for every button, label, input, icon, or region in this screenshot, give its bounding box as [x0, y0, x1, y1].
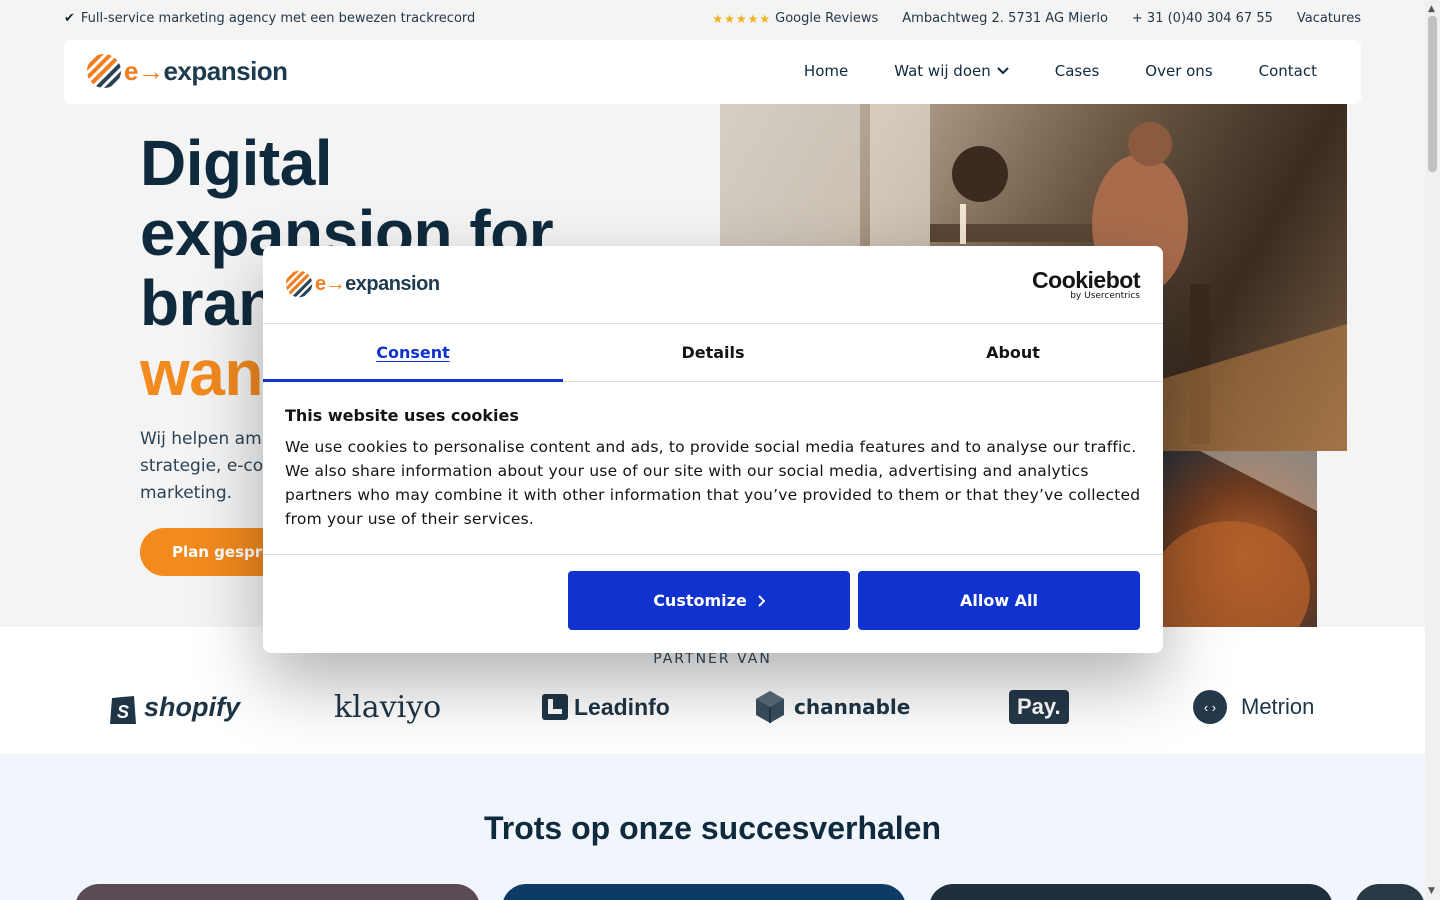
top-info-bar: ✔ Full-service marketing agency met een …: [0, 0, 1425, 40]
logo-mark-icon: [86, 53, 122, 89]
customize-button[interactable]: Customize: [568, 571, 850, 630]
top-links: ★★★★★ Google Reviews Ambachtweg 2. 5731 …: [712, 11, 1361, 26]
dialog-logo-name: expansion: [345, 272, 440, 295]
check-icon: ✔: [64, 11, 75, 26]
klaviyo-logo: klaviyo: [334, 689, 441, 725]
shopify-logo: S shopify: [108, 689, 240, 725]
metrion-code-icon: ‹ ›: [1193, 690, 1227, 724]
usp: ✔ Full-service marketing agency met een …: [64, 11, 475, 26]
klaviyo-wordmark: klaviyo: [334, 689, 442, 725]
dialog-brand-logo: e→expansion: [285, 270, 440, 298]
channable-wordmark: channable: [794, 695, 911, 719]
channable-logo: channable: [752, 689, 910, 725]
dialog-heading: This website uses cookies: [285, 406, 519, 425]
cookiebot-logo[interactable]: Cookiebot by Usercentrics: [1032, 268, 1140, 301]
cookie-consent-dialog: e→expansion Cookiebot by Usercentrics Co…: [263, 246, 1163, 653]
allow-all-button[interactable]: Allow All: [858, 571, 1140, 630]
case-card[interactable]: [75, 884, 480, 900]
chevron-right-icon: [758, 594, 765, 607]
leadinfo-wordmark: Leadinfo: [574, 693, 670, 720]
logo-prefix: e→: [124, 55, 164, 86]
scroll-down-icon[interactable]: ▼: [1428, 886, 1435, 896]
partners-label: PARTNER VAN: [653, 651, 772, 667]
pay-logo: Pay.: [1009, 689, 1069, 725]
chevron-down-icon: [997, 67, 1009, 75]
nav-item-home[interactable]: Home: [804, 62, 848, 80]
logo-name: expansion: [163, 55, 288, 86]
success-title: Trots op onze succesverhalen: [483, 810, 942, 846]
dialog-text: We use cookies to personalise content an…: [285, 438, 1141, 528]
case-card[interactable]: [502, 884, 906, 900]
success-section: Trots op onze succesverhalen: [0, 754, 1425, 900]
google-reviews-label: Google Reviews: [775, 11, 879, 26]
dialog-actions: Customize Allow All: [568, 571, 1140, 630]
site-logo[interactable]: e→expansion: [86, 53, 288, 89]
star-rating-icon: ★★★★★: [712, 11, 772, 26]
dialog-header: e→expansion Cookiebot by Usercentrics: [263, 246, 1163, 324]
usp-text: Full-service marketing agency met een be…: [80, 11, 476, 26]
tab-about[interactable]: About: [863, 324, 1163, 381]
dialog-body: This website uses cookies We use cookies…: [263, 382, 1163, 555]
cookiebot-wordmark: Cookiebot: [1032, 267, 1140, 293]
nav-item-over-ons[interactable]: Over ons: [1145, 62, 1212, 80]
nav-item-wat-wij-doen[interactable]: Wat wij doen: [894, 62, 1009, 80]
hero-title-line: Digital: [140, 127, 333, 199]
tab-details[interactable]: Details: [563, 324, 863, 381]
pay-wordmark: Pay.: [1009, 690, 1069, 724]
shopify-wordmark: shopify: [144, 691, 241, 722]
dialog-logo-prefix: e→: [315, 272, 346, 295]
leadinfo-mark-icon: [542, 694, 568, 720]
nav-item-cases[interactable]: Cases: [1055, 62, 1100, 80]
logo-mark-icon: [285, 270, 313, 298]
scroll-up-icon[interactable]: ▲: [1428, 4, 1435, 14]
case-card[interactable]: [1355, 884, 1425, 900]
nav-item-label: Wat wij doen: [894, 62, 991, 80]
tab-consent[interactable]: Consent: [263, 324, 563, 382]
allow-all-label: Allow All: [959, 591, 1039, 610]
shopify-bag-icon: S: [110, 696, 136, 724]
svg-text:S: S: [117, 702, 129, 722]
google-reviews-link[interactable]: ★★★★★ Google Reviews: [712, 11, 878, 26]
customize-label: Customize: [653, 591, 747, 610]
scroll-thumb[interactable]: [1428, 16, 1437, 172]
nav-menu: Home Wat wij doen Cases Over ons Contact: [804, 62, 1317, 80]
phone-link[interactable]: + 31 (0)40 304 67 55: [1132, 11, 1273, 26]
nav-item-contact[interactable]: Contact: [1259, 62, 1317, 80]
metrion-logo: ‹ › Metrion: [1193, 689, 1314, 725]
dialog-tabs: Consent Details About: [263, 324, 1163, 382]
main-nav: e→expansion Home Wat wij doen Cases Over…: [64, 40, 1361, 104]
address-link[interactable]: Ambachtweg 2. 5731 AG Mierlo: [902, 11, 1108, 26]
vacatures-link[interactable]: Vacatures: [1297, 11, 1361, 26]
page-scrollbar[interactable]: ▲ ▼: [1425, 0, 1440, 900]
leadinfo-logo: Leadinfo: [542, 689, 670, 725]
metrion-wordmark: Metrion: [1241, 694, 1315, 719]
case-card[interactable]: [929, 884, 1333, 900]
channable-cube-icon: [756, 691, 784, 723]
